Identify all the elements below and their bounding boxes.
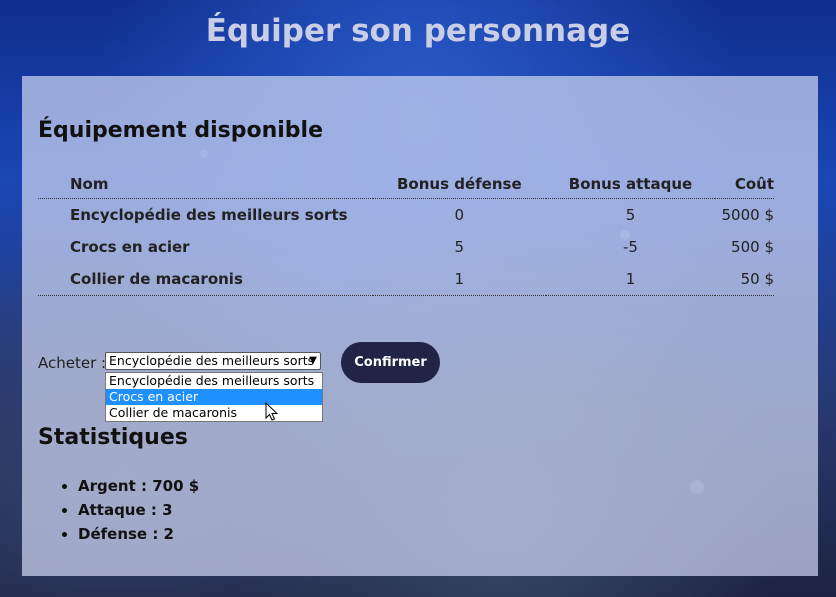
- item-name: Collier de macaronis: [38, 263, 373, 296]
- dropdown-option[interactable]: Encyclopédie des meilleurs sorts: [106, 373, 322, 389]
- column-header-defense: Bonus défense: [372, 170, 547, 199]
- column-header-cost: Coût: [714, 170, 774, 199]
- chevron-down-icon: ▼: [309, 355, 317, 366]
- item-cost: 50 $: [714, 263, 774, 296]
- item-name: Crocs en acier: [70, 238, 190, 256]
- column-header-attack: Bonus attaque: [546, 170, 715, 199]
- purchase-select-value: Encyclopédie des meilleurs sorts: [109, 353, 315, 368]
- mouse-cursor-icon: [265, 402, 279, 421]
- item-defense: 5: [454, 238, 465, 256]
- equipment-table: Nom Bonus défense Bonus attaque Coût Enc…: [38, 170, 774, 296]
- stats-heading: Statistiques: [38, 425, 188, 450]
- item-cost: 5000 $: [721, 206, 775, 224]
- item-name: Encyclopédie des meilleurs sorts: [70, 206, 348, 224]
- confirm-button[interactable]: Confirmer: [341, 342, 440, 383]
- table-row: Encyclopédie des meilleurs sorts 0 5 500…: [38, 199, 774, 232]
- table-header-row: Nom Bonus défense Bonus attaque Coût: [38, 170, 774, 199]
- dropdown-option[interactable]: Collier de macaronis: [106, 405, 322, 421]
- equipment-heading: Équipement disponible: [38, 118, 323, 143]
- item-cost: 500 $: [731, 238, 774, 256]
- stat-money: Argent : 700 $: [78, 474, 199, 498]
- table-row: Collier de macaronis 1 1 50 $: [38, 263, 774, 296]
- item-defense: 1: [372, 263, 547, 296]
- item-attack: 5: [625, 206, 636, 224]
- purchase-dropdown-list: Encyclopédie des meilleurs sorts Crocs e…: [105, 372, 323, 422]
- dropdown-option-highlighted[interactable]: Crocs en acier: [106, 389, 322, 405]
- table-row: Crocs en acier 5 -5 500 $: [38, 231, 774, 263]
- item-attack: 1: [546, 263, 715, 296]
- stat-defense: Défense : 2: [78, 522, 199, 546]
- stat-attack: Attaque : 3: [78, 498, 199, 522]
- purchase-select[interactable]: Encyclopédie des meilleurs sorts ▼: [105, 352, 321, 370]
- page-title: Équiper son personnage: [205, 13, 631, 49]
- purchase-label: Acheter :: [38, 354, 107, 372]
- item-attack: -5: [623, 238, 638, 256]
- stats-list: Argent : 700 $ Attaque : 3 Défense : 2: [38, 474, 199, 546]
- content-panel: Équipement disponible Nom Bonus défense …: [22, 76, 818, 576]
- column-header-name: Nom: [38, 170, 373, 199]
- item-defense: 0: [454, 206, 465, 224]
